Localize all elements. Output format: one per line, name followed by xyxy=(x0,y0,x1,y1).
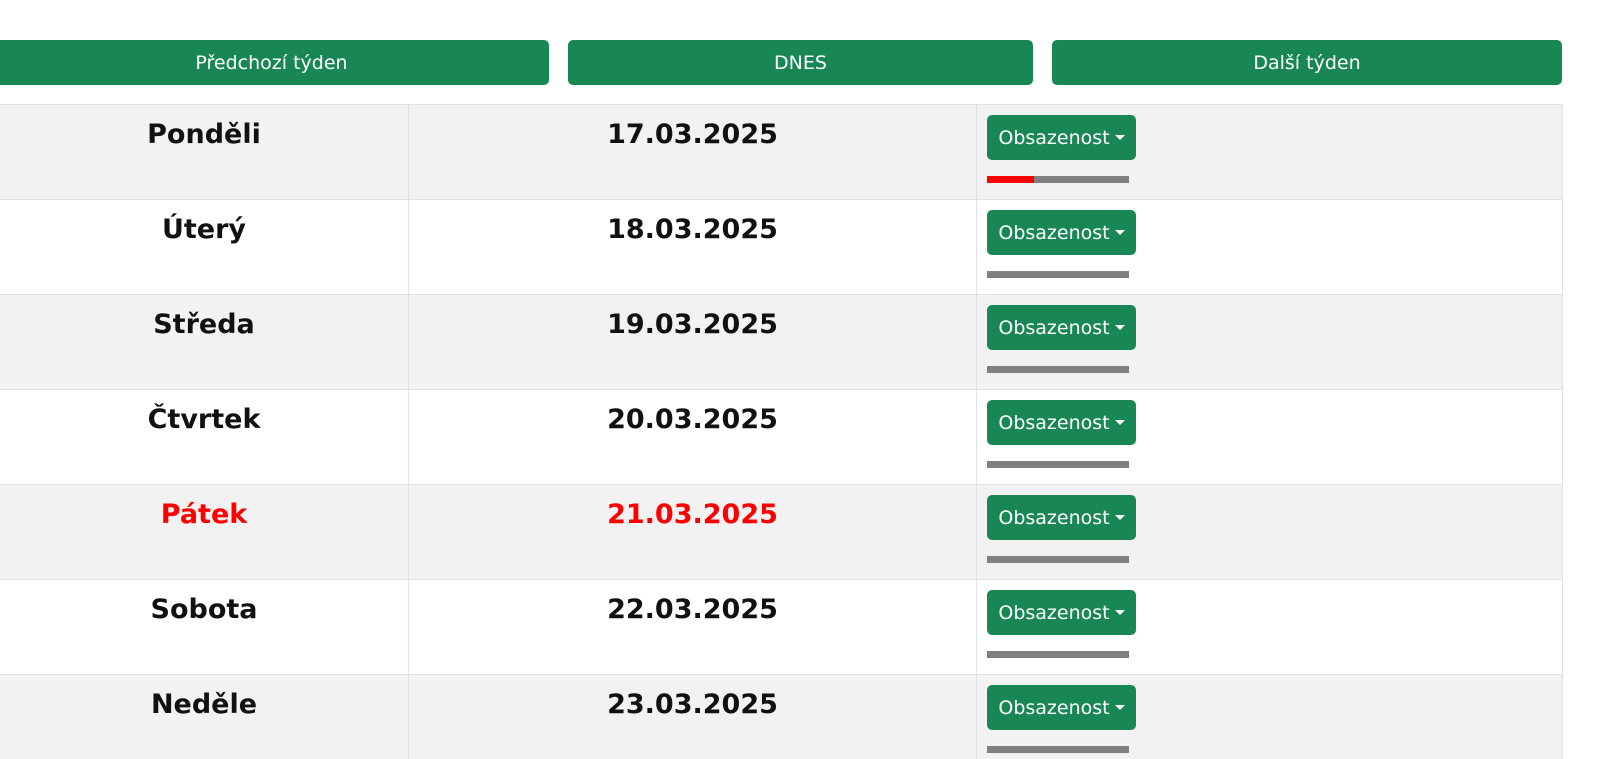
occupancy-bar xyxy=(987,746,1129,753)
day-date: 23.03.2025 xyxy=(408,675,977,759)
occupancy-cell: Obsazenost xyxy=(977,580,1563,674)
occupancy-label: Obsazenost xyxy=(998,506,1110,529)
day-name: Čtvrtek xyxy=(147,404,261,435)
week-schedule-page: Předchozí týden DNES Další týden Ponděli… xyxy=(0,0,1620,759)
occupancy-dropdown-button[interactable]: Obsazenost xyxy=(987,685,1136,730)
table-row: Čtvrtek 20.03.2025 Obsazenost xyxy=(0,389,1563,484)
occupancy-bar xyxy=(987,366,1129,373)
previous-week-button[interactable]: Předchozí týden xyxy=(0,40,549,85)
day-date: 20.03.2025 xyxy=(408,390,977,484)
caret-down-icon xyxy=(1114,420,1125,425)
occupancy-dropdown-button[interactable]: Obsazenost xyxy=(987,590,1136,635)
occupancy-dropdown-button[interactable]: Obsazenost xyxy=(987,210,1136,255)
occupancy-dropdown-button[interactable]: Obsazenost xyxy=(987,495,1136,540)
occupancy-dropdown-button[interactable]: Obsazenost xyxy=(987,305,1136,350)
occupancy-bar xyxy=(987,176,1129,183)
occupancy-cell: Obsazenost xyxy=(977,390,1563,484)
occupancy-label: Obsazenost xyxy=(998,696,1110,719)
caret-down-icon xyxy=(1114,230,1125,235)
table-row: Úterý 18.03.2025 Obsazenost xyxy=(0,199,1563,294)
day-name: Sobota xyxy=(150,594,258,625)
occupancy-cell: Obsazenost xyxy=(977,105,1563,199)
caret-down-icon xyxy=(1114,135,1125,140)
next-week-button[interactable]: Další týden xyxy=(1052,40,1562,85)
day-name: Středa xyxy=(153,309,255,340)
occupancy-bar xyxy=(987,271,1129,278)
table-row-today: Pátek 21.03.2025 Obsazenost xyxy=(0,484,1563,579)
table-row: Neděle 23.03.2025 Obsazenost xyxy=(0,674,1563,759)
caret-down-icon xyxy=(1114,705,1125,710)
caret-down-icon xyxy=(1114,610,1125,615)
occupancy-cell: Obsazenost xyxy=(977,295,1563,389)
schedule-table: Ponděli 17.03.2025 Obsazenost Úterý 18.0… xyxy=(0,104,1563,759)
occupancy-cell: Obsazenost xyxy=(977,200,1563,294)
day-name: Neděle xyxy=(150,689,258,720)
day-name: Ponděli xyxy=(147,119,261,150)
occupancy-bar xyxy=(987,556,1129,563)
occupancy-label: Obsazenost xyxy=(998,316,1110,339)
day-date: 19.03.2025 xyxy=(408,295,977,389)
occupancy-cell: Obsazenost xyxy=(977,485,1563,579)
occupancy-cell: Obsazenost xyxy=(977,675,1563,759)
occupancy-fill xyxy=(987,176,1034,183)
table-row: Ponděli 17.03.2025 Obsazenost xyxy=(0,104,1563,199)
day-date: 21.03.2025 xyxy=(408,485,977,579)
occupancy-dropdown-button[interactable]: Obsazenost xyxy=(987,115,1136,160)
table-row: Středa 19.03.2025 Obsazenost xyxy=(0,294,1563,389)
occupancy-label: Obsazenost xyxy=(998,221,1110,244)
day-name: Úterý xyxy=(161,214,247,245)
today-button[interactable]: DNES xyxy=(568,40,1033,85)
day-date: 22.03.2025 xyxy=(408,580,977,674)
day-date: 17.03.2025 xyxy=(408,105,977,199)
occupancy-bar xyxy=(987,461,1129,468)
table-row: Sobota 22.03.2025 Obsazenost xyxy=(0,579,1563,674)
day-date: 18.03.2025 xyxy=(408,200,977,294)
occupancy-dropdown-button[interactable]: Obsazenost xyxy=(987,400,1136,445)
occupancy-label: Obsazenost xyxy=(998,126,1110,149)
occupancy-bar xyxy=(987,651,1129,658)
caret-down-icon xyxy=(1114,515,1125,520)
occupancy-label: Obsazenost xyxy=(998,601,1110,624)
caret-down-icon xyxy=(1114,325,1125,330)
occupancy-label: Obsazenost xyxy=(998,411,1110,434)
day-name: Pátek xyxy=(160,499,248,530)
